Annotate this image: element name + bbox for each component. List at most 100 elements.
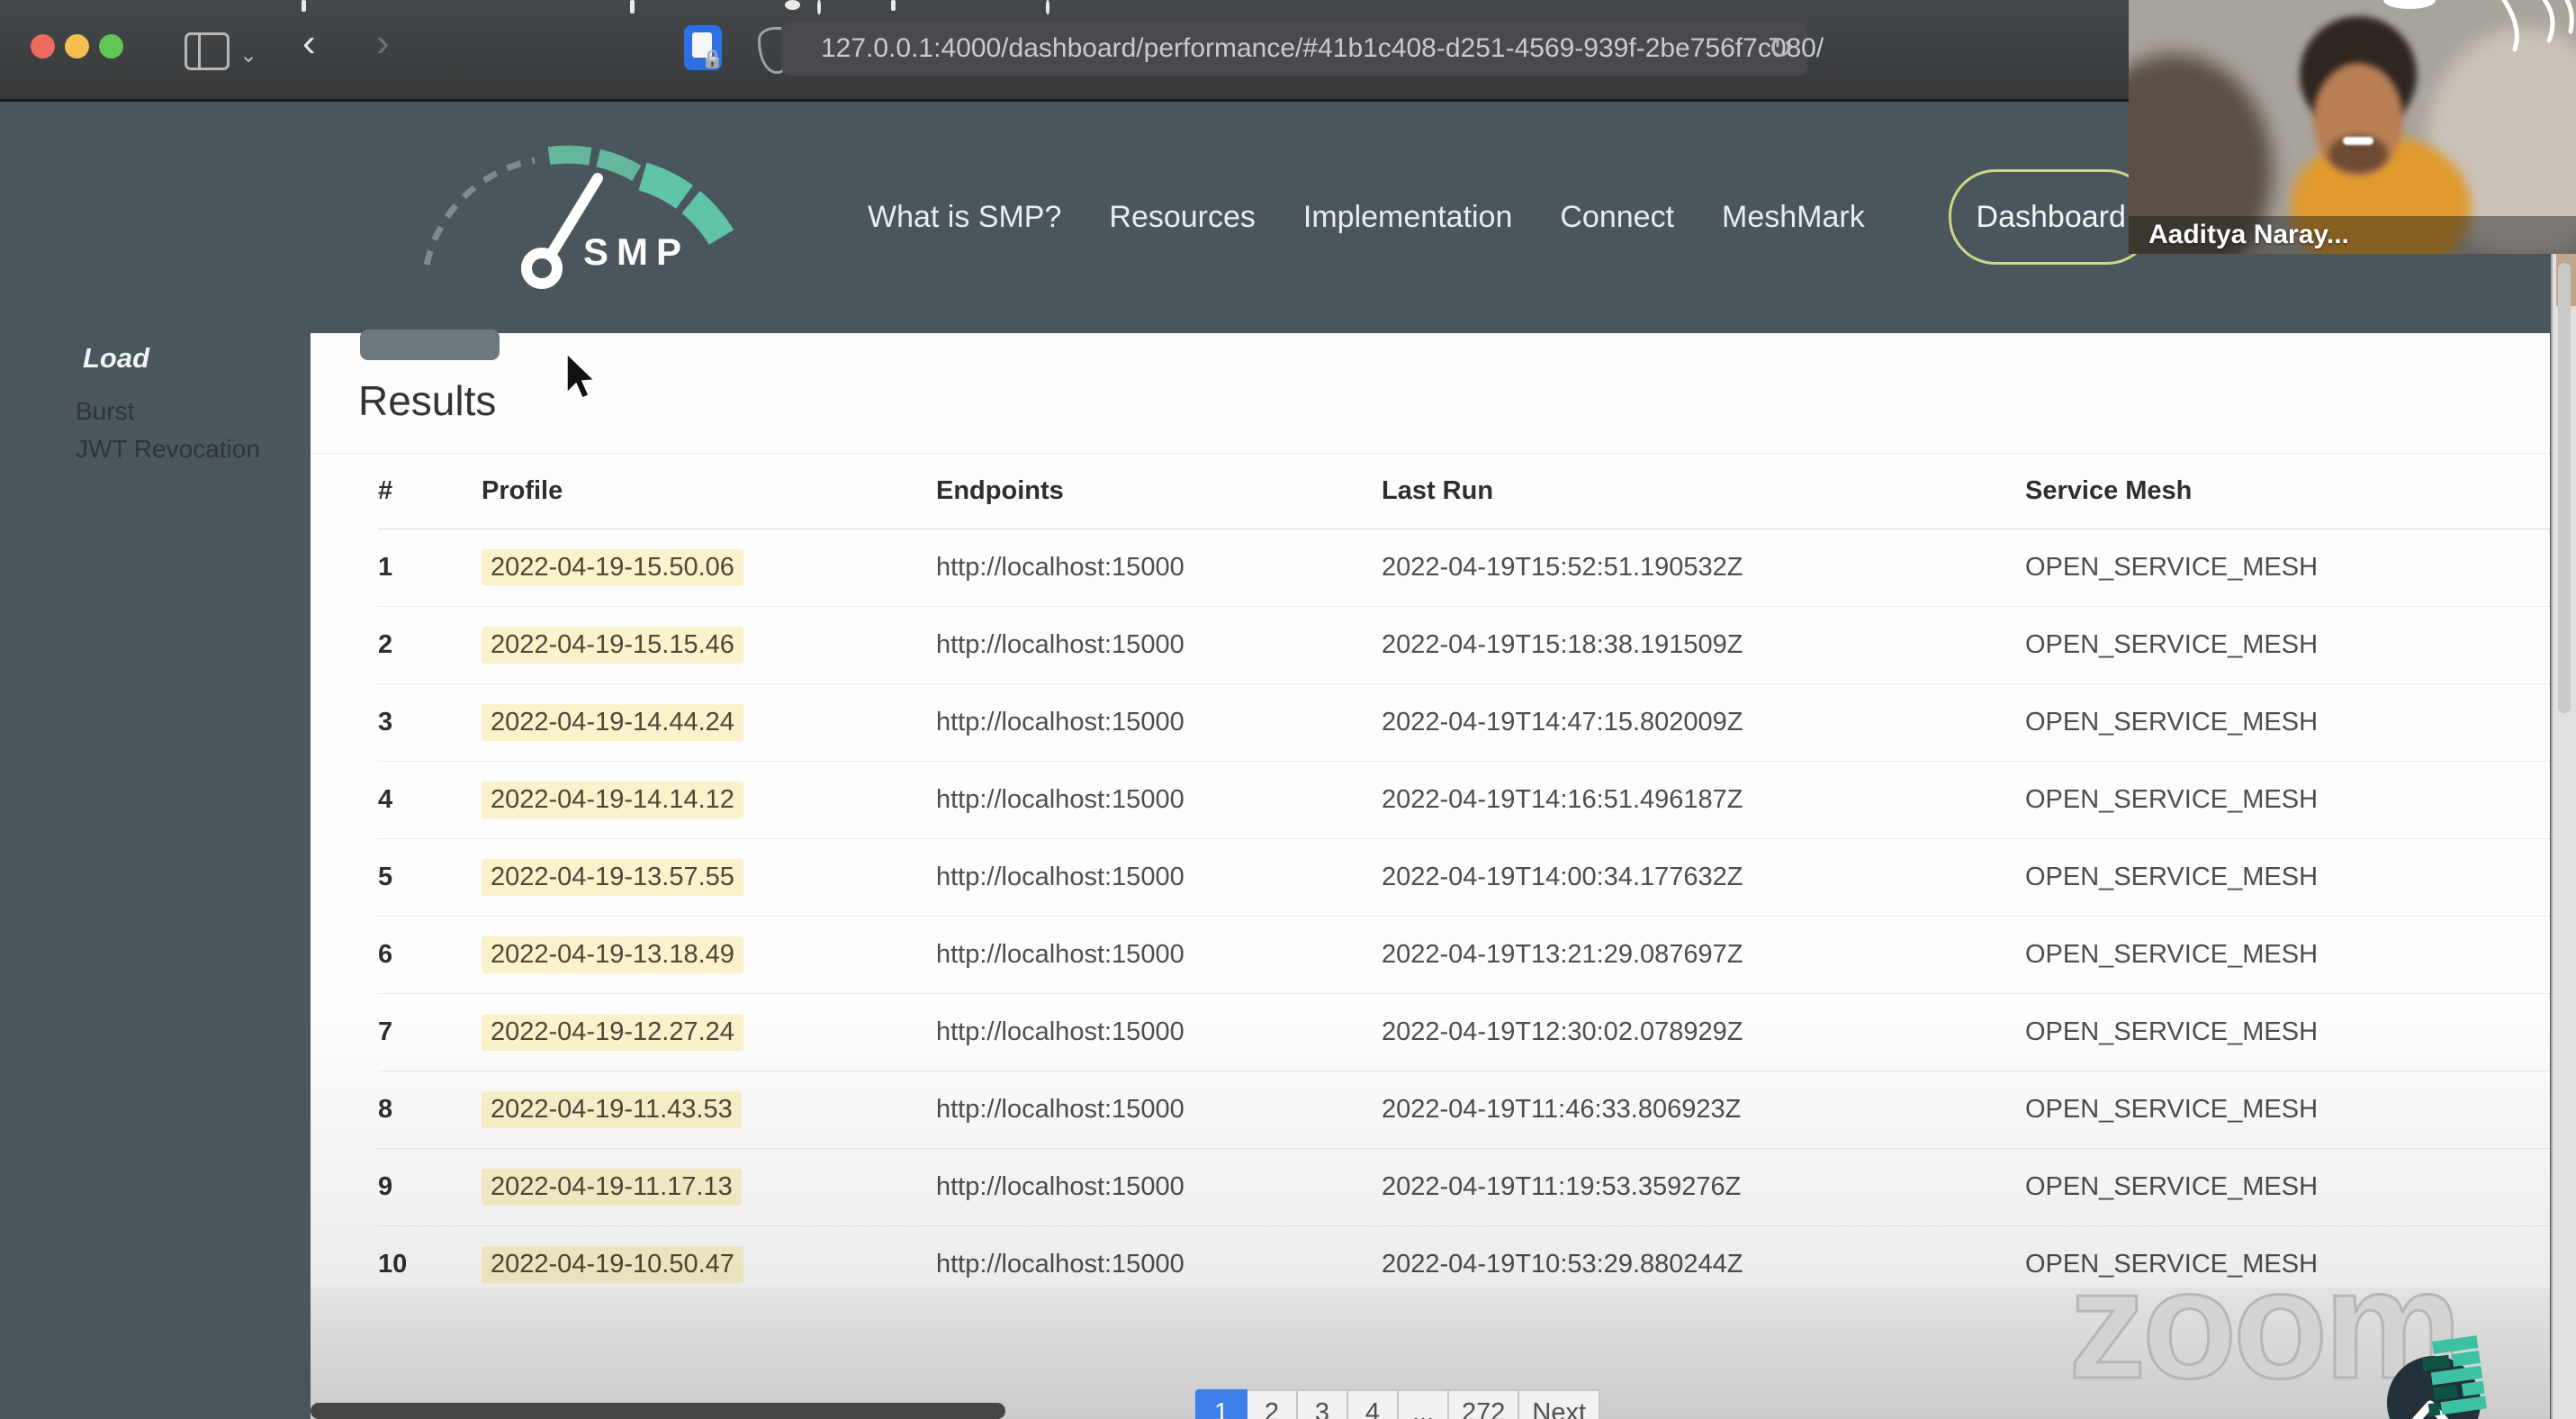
sidebar-toggle-icon[interactable]	[185, 32, 230, 70]
table-row[interactable]: 7 2022-04-19-12.27.24 http://localhost:1…	[378, 994, 2550, 1071]
cell-profile[interactable]: 2022-04-19-11.17.13	[482, 1169, 936, 1206]
vertical-scrollbar-thumb[interactable]	[2558, 263, 2571, 713]
cell-profile[interactable]: 2022-04-19-15.50.06	[482, 549, 936, 586]
cell-lastrun: 2022-04-19T12:30:02.078929Z	[1382, 1017, 1743, 1046]
cutoff-title-fragment	[891, 0, 896, 11]
dashboard-button[interactable]: Dashboard	[1948, 169, 2154, 265]
table-row[interactable]: 8 2022-04-19-11.43.53 http://localhost:1…	[378, 1071, 2550, 1149]
password-extension-icon[interactable]	[684, 25, 722, 70]
profile-link[interactable]: 2022-04-19-13.18.49	[482, 936, 743, 973]
sidebar-item-jwt-revocation[interactable]: JWT Revocation	[76, 435, 260, 464]
profile-link[interactable]: 2022-04-19-11.43.53	[482, 1091, 742, 1128]
cell-profile[interactable]: 2022-04-19-14.14.12	[482, 782, 936, 818]
cell-lastrun: 2022-04-19T15:18:38.191509Z	[1382, 630, 1743, 659]
table-row[interactable]: 1 2022-04-19-15.50.06 http://localhost:1…	[378, 529, 2550, 607]
cell-num: 6	[378, 940, 393, 969]
cell-endpoint: http://localhost:15000	[936, 1017, 1184, 1046]
cell-mesh: OPEN_SERVICE_MESH	[2025, 553, 2319, 582]
cell-profile[interactable]: 2022-04-19-11.43.53	[482, 1091, 936, 1128]
cell-lastrun: 2022-04-19T15:52:51.190532Z	[1382, 553, 1743, 582]
column-header-endpoints: Endpoints	[936, 476, 1064, 505]
main-nav: What is SMP? Resources Implementation Conne…	[868, 99, 2154, 335]
url-text: 127.0.0.1:4000/dashboard/performance/#41…	[821, 33, 1824, 63]
cell-mesh: OPEN_SERVICE_MESH	[2025, 1095, 2319, 1124]
cell-endpoint: http://localhost:15000	[936, 553, 1184, 582]
profile-link[interactable]: 2022-04-19-14.44.24	[482, 704, 743, 741]
cell-profile[interactable]: 2022-04-19-12.27.24	[482, 1014, 936, 1051]
nav-item-meshmark[interactable]: MeshMark	[1722, 200, 1865, 235]
cell-mesh: OPEN_SERVICE_MESH	[2025, 940, 2319, 969]
back-button[interactable]: ‹	[302, 23, 316, 63]
cutoff-title-fragment	[1046, 0, 1049, 14]
table-row[interactable]: 4 2022-04-19-14.14.12 http://localhost:1…	[378, 762, 2550, 839]
page-button-2[interactable]: 2	[1246, 1389, 1298, 1419]
cell-num: 5	[378, 863, 393, 891]
cell-endpoint: http://localhost:15000	[936, 630, 1184, 659]
cell-endpoint: http://localhost:15000	[936, 940, 1184, 969]
sidebar-item-load[interactable]: Load	[83, 342, 149, 375]
close-window-button[interactable]	[31, 34, 55, 59]
table-row[interactable]: 5 2022-04-19-13.57.55 http://localhost:1…	[378, 839, 2550, 917]
cell-num: 10	[378, 1250, 408, 1279]
page-ellipsis[interactable]: ...	[1397, 1389, 1449, 1419]
profile-link[interactable]: 2022-04-19-13.57.55	[482, 859, 743, 896]
nav-item-what-is-smp-[interactable]: What is SMP?	[868, 200, 1061, 235]
cell-profile[interactable]: 2022-04-19-13.57.55	[482, 859, 936, 896]
url-address-bar[interactable]: 127.0.0.1:4000/dashboard/performance/#41…	[781, 22, 1824, 76]
nav-item-implementation[interactable]: Implementation	[1303, 200, 1512, 235]
table-header-row: # Profile Endpoints Last Run Service Mes…	[378, 454, 2550, 529]
profile-link[interactable]: 2022-04-19-15.50.06	[482, 549, 743, 586]
profile-link[interactable]: 2022-04-19-10.50.47	[482, 1246, 743, 1283]
mouse-cursor	[566, 353, 596, 399]
profile-link[interactable]: 2022-04-19-14.14.12	[482, 782, 743, 818]
cell-profile[interactable]: 2022-04-19-15.15.46	[482, 627, 936, 664]
cell-profile[interactable]: 2022-04-19-13.18.49	[482, 936, 936, 973]
table-row[interactable]: 3 2022-04-19-14.44.24 http://localhost:1…	[378, 684, 2550, 762]
cell-lastrun: 2022-04-19T11:19:53.359276Z	[1382, 1172, 1742, 1201]
cell-lastrun: 2022-04-19T10:53:29.880244Z	[1382, 1250, 1743, 1279]
cell-lastrun: 2022-04-19T13:21:29.087697Z	[1382, 940, 1743, 969]
profile-link[interactable]: 2022-04-19-11.17.13	[482, 1169, 742, 1206]
cell-endpoint: http://localhost:15000	[936, 785, 1184, 814]
cell-endpoint: http://localhost:15000	[936, 1250, 1184, 1279]
profile-link[interactable]: 2022-04-19-15.15.46	[482, 627, 743, 664]
chevron-down-icon[interactable]: ⌄	[239, 40, 257, 72]
cell-mesh: OPEN_SERVICE_MESH	[2025, 785, 2319, 814]
maximize-window-button[interactable]	[99, 34, 123, 59]
next-page-button[interactable]: Next	[1518, 1389, 1601, 1419]
page-button-1[interactable]: 1	[1195, 1389, 1247, 1419]
page-button-272[interactable]: 272	[1447, 1389, 1520, 1419]
nav-item-connect[interactable]: Connect	[1560, 200, 1674, 235]
column-header-lastrun: Last Run	[1382, 476, 1494, 505]
card-top-tab[interactable]	[360, 330, 500, 360]
forward-button[interactable]: ›	[376, 23, 390, 63]
sidebar-item-burst[interactable]: Burst	[76, 397, 134, 426]
horizontal-scrollbar-thumb[interactable]	[311, 1403, 1005, 1419]
cell-mesh: OPEN_SERVICE_MESH	[2025, 1017, 2319, 1046]
cell-mesh: OPEN_SERVICE_MESH	[2025, 708, 2319, 737]
cell-num: 4	[378, 785, 393, 814]
column-header-num: #	[378, 476, 393, 505]
nav-item-resources[interactable]: Resources	[1109, 200, 1256, 235]
cell-num: 2	[378, 630, 393, 659]
table-row[interactable]: 6 2022-04-19-13.18.49 http://localhost:1…	[378, 917, 2550, 994]
cell-lastrun: 2022-04-19T14:47:15.802009Z	[1382, 708, 1743, 737]
minimize-window-button[interactable]	[65, 34, 89, 59]
page-button-3[interactable]: 3	[1296, 1389, 1348, 1419]
table-row[interactable]: 9 2022-04-19-11.17.13 http://localhost:1…	[378, 1149, 2550, 1226]
cell-num: 7	[378, 1017, 393, 1046]
cell-profile[interactable]: 2022-04-19-14.44.24	[482, 704, 936, 741]
cutoff-title-fragment	[785, 0, 800, 10]
profile-link[interactable]: 2022-04-19-12.27.24	[482, 1014, 743, 1051]
page-button-4[interactable]: 4	[1347, 1389, 1399, 1419]
cell-mesh: OPEN_SERVICE_MESH	[2025, 1172, 2319, 1201]
cell-profile[interactable]: 2022-04-19-10.50.47	[482, 1246, 936, 1283]
cutoff-title-fragment	[817, 0, 821, 14]
screen: ⌄ ‹ › 127.0.0.1:4000/dashboard/performan…	[0, 0, 2576, 1419]
page-title: Results	[358, 377, 497, 424]
cell-lastrun: 2022-04-19T14:00:34.177632Z	[1382, 863, 1743, 891]
table-row[interactable]: 2 2022-04-19-15.15.46 http://localhost:1…	[378, 607, 2550, 684]
cell-mesh: OPEN_SERVICE_MESH	[2025, 863, 2319, 891]
table-body: 1 2022-04-19-15.50.06 http://localhost:1…	[378, 529, 2550, 1304]
reload-icon[interactable]: ↻	[1768, 31, 1794, 67]
